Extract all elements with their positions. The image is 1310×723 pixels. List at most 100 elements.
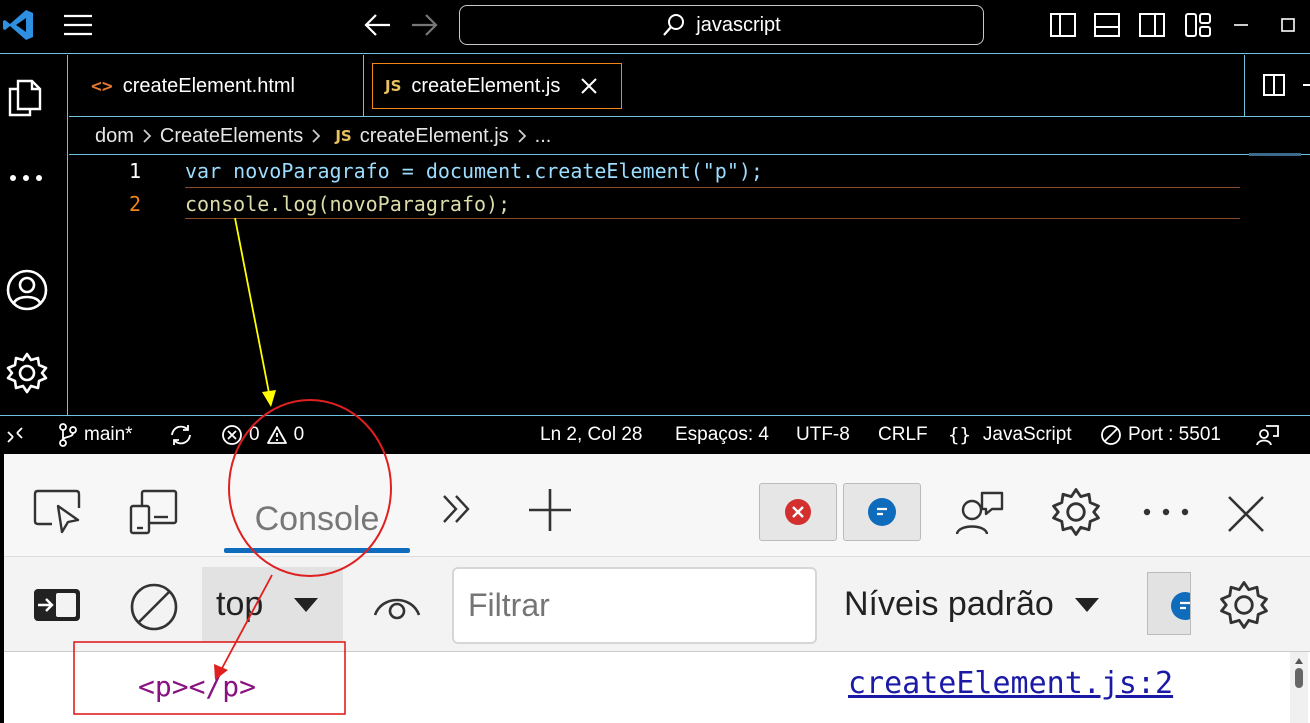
encoding[interactable]: UTF-8 (796, 416, 850, 454)
tab-actions-divider (1244, 55, 1245, 117)
code-line[interactable]: 1 var novoParagrafo = document.createEle… (69, 155, 1240, 187)
accounts-icon[interactable] (5, 268, 49, 312)
close-devtools-icon[interactable] (1226, 494, 1266, 534)
issues-button[interactable] (1147, 572, 1191, 635)
forward-arrow-icon[interactable] (410, 12, 438, 38)
line-number: 2 (128, 192, 141, 216)
toggle-primary-sidebar-icon[interactable] (1049, 12, 1077, 38)
js-icon: JS (385, 77, 402, 95)
warning-count: 0 (293, 424, 305, 445)
sync-icon[interactable] (168, 416, 194, 454)
explorer-icon[interactable] (6, 75, 46, 119)
clear-console-icon[interactable] (128, 581, 180, 633)
message-badge-icon (1170, 591, 1190, 621)
split-editor-icon[interactable] (1262, 73, 1286, 97)
active-tab-indicator (224, 548, 410, 553)
cursor-position[interactable]: Ln 2, Col 28 (540, 416, 642, 454)
live-server-port[interactable]: Port : 5501 (1100, 416, 1221, 454)
console-settings-gear-icon[interactable] (1218, 579, 1270, 631)
error-badge-icon (784, 498, 812, 526)
scrollbar-thumb[interactable] (1295, 668, 1303, 688)
chevron-right-icon (311, 128, 321, 144)
javascript-context-select[interactable]: top (202, 567, 343, 642)
console-scrollbar[interactable] (1290, 652, 1308, 723)
customize-layout-icon[interactable] (1184, 12, 1212, 38)
no-entry-icon (1100, 424, 1122, 446)
editor-tabs: <> createElement.html JS createElement.j… (69, 55, 1310, 117)
device-emulation-icon[interactable] (128, 488, 180, 536)
tab-label: createElement.js (411, 74, 561, 97)
breadcrumb: dom CreateElements JS createElement.js .… (69, 118, 1310, 155)
line-number: 1 (128, 159, 141, 183)
search-text: javascript (696, 13, 781, 36)
title-bar: javascript (0, 0, 1310, 54)
vscode-logo-icon (2, 8, 34, 42)
code-text: var novoParagrafo = document.createEleme… (185, 159, 763, 183)
more-actions-icon[interactable] (1303, 83, 1310, 87)
breadcrumb-item[interactable]: createElement.js (360, 125, 509, 148)
language-label: JavaScript (982, 424, 1072, 445)
devtools-panel: Console top Filtrar Níveis padrão <p></p… (4, 454, 1310, 723)
settings-gear-icon[interactable] (5, 351, 49, 395)
breadcrumb-item[interactable]: dom (95, 125, 134, 148)
maximize-icon[interactable] (1281, 18, 1295, 32)
console-message[interactable]: <p></p> (138, 670, 256, 703)
tab-createelement-js[interactable]: JS createElement.js (372, 63, 622, 109)
context-value: top (216, 585, 264, 623)
add-tab-plus-icon[interactable] (526, 486, 574, 534)
tab-console[interactable]: Console (224, 488, 410, 550)
indentation[interactable]: Espaços: 4 (675, 416, 769, 454)
language-mode[interactable]: {} JavaScript (948, 416, 1072, 454)
toggle-panel-icon[interactable] (1093, 12, 1121, 38)
console-message-source-link[interactable]: createElement.js:2 (848, 666, 1173, 701)
issues-count-button[interactable] (843, 483, 921, 541)
feedback-icon[interactable] (954, 490, 1006, 536)
devtools-main-toolbar: Console (4, 454, 1310, 557)
breadcrumb-item[interactable]: CreateElements (160, 125, 303, 148)
menu-icon[interactable] (62, 13, 94, 37)
end-of-line[interactable]: CRLF (878, 416, 928, 454)
more-options-icon[interactable] (1142, 507, 1190, 517)
dropdown-triangle-icon (1074, 597, 1100, 613)
tab-createelement-html[interactable]: <> createElement.html (79, 55, 364, 117)
close-icon[interactable] (580, 77, 598, 95)
console-output: <p></p> createElement.js:2 (4, 652, 1310, 723)
branch-name: main* (84, 424, 133, 445)
code-line[interactable]: 2 console.log(novoParagrafo); (69, 188, 1240, 220)
status-bar: main* 0 0 Ln 2, Col 28 Espaços: 4 UTF-8 … (0, 415, 1310, 453)
error-icon (221, 424, 243, 446)
search-icon (662, 13, 686, 37)
show-sidebar-icon[interactable] (32, 587, 82, 623)
toggle-secondary-sidebar-icon[interactable] (1138, 12, 1166, 38)
git-branch-icon (58, 423, 78, 447)
console-filter-input[interactable] (452, 567, 817, 644)
warning-icon (266, 425, 288, 445)
errors-count-button[interactable] (759, 483, 837, 541)
activity-bar (0, 55, 68, 416)
more-views-icon[interactable] (8, 173, 44, 183)
branch-indicator[interactable]: main* (58, 416, 133, 454)
braces-icon: {} (948, 424, 971, 446)
port-label: Port : 5501 (1128, 424, 1221, 445)
console-toolbar: top Níveis padrão (4, 557, 1310, 652)
chevron-right-icon (142, 128, 152, 144)
minimize-icon[interactable] (1234, 23, 1248, 27)
log-levels-select[interactable]: Níveis padrão (844, 567, 1114, 642)
code-editor[interactable]: 1 var novoParagrafo = document.createEle… (69, 153, 1310, 415)
tab-label: createElement.html (122, 74, 295, 97)
live-expression-eye-icon[interactable] (372, 591, 422, 621)
problems-indicator[interactable]: 0 0 (221, 416, 304, 454)
dropdown-triangle-icon (293, 597, 319, 613)
remote-indicator-icon[interactable] (6, 416, 24, 454)
scroll-up-arrow-icon[interactable] (1295, 658, 1303, 664)
breadcrumb-item[interactable]: ... (535, 125, 552, 148)
inspect-element-icon[interactable] (32, 486, 84, 536)
feedback-icon[interactable] (1256, 416, 1280, 454)
message-badge-icon (867, 497, 897, 527)
command-center-search[interactable]: javascript (459, 5, 984, 45)
minimap[interactable] (1249, 153, 1301, 156)
back-arrow-icon[interactable] (364, 12, 392, 38)
code-text: console.log(novoParagrafo); (185, 192, 511, 216)
settings-gear-icon[interactable] (1050, 486, 1102, 538)
more-tabs-chevron-icon[interactable] (440, 492, 474, 526)
